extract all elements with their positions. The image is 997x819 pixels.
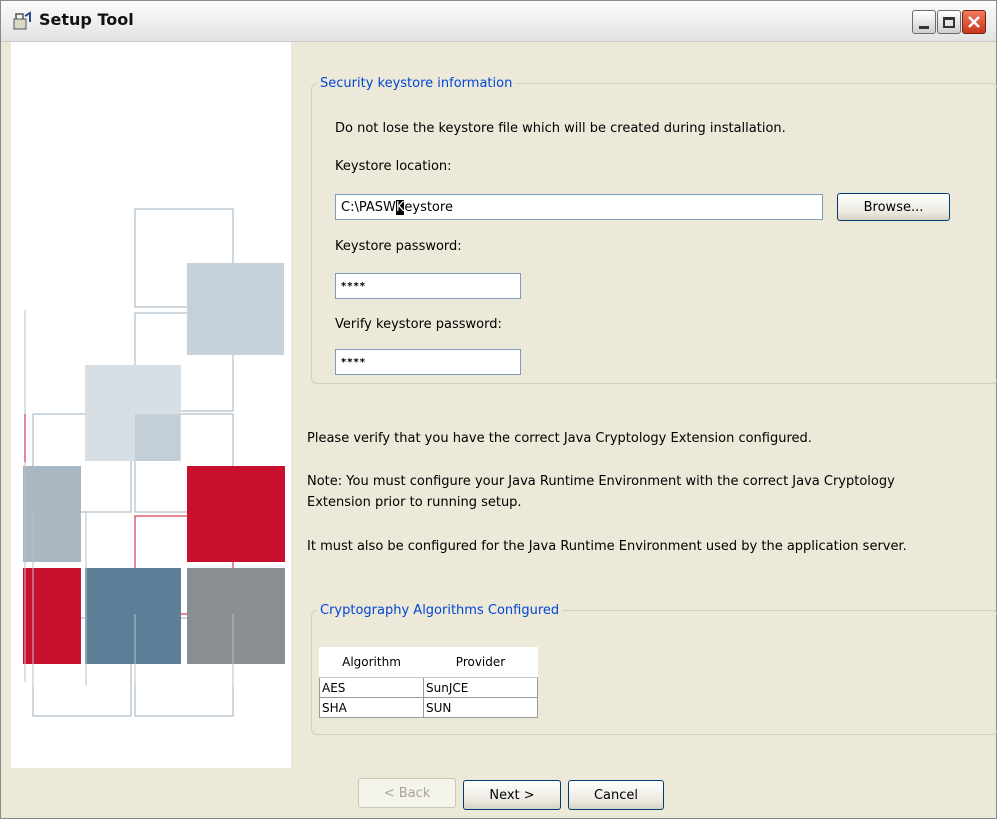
minimize-icon (919, 25, 929, 29)
jce-note-line1: Note: You must configure your Java Runti… (307, 474, 895, 489)
keystore-location-label: Keystore location: (335, 159, 452, 174)
jce-appserver-text: It must also be configured for the Java … (307, 539, 907, 554)
decorative-banner (11, 42, 291, 768)
keystore-location-selected-char: K (395, 199, 405, 215)
window-title: Setup Tool (39, 10, 134, 29)
algorithm-cell: SHA (319, 697, 424, 718)
next-button[interactable]: Next > (463, 780, 561, 810)
keystore-warning-text: Do not lose the keystore file which will… (335, 121, 786, 136)
keystore-location-input[interactable]: C:\PASW Keystore (335, 194, 823, 220)
keystore-location-text-after: eystore (404, 199, 453, 215)
verify-password-label: Verify keystore password: (335, 317, 502, 332)
provider-cell: SunJCE (423, 677, 538, 698)
jce-verify-text: Please verify that you have the correct … (307, 431, 812, 446)
keystore-location-text-before: C:\PASW (341, 199, 396, 215)
cancel-button[interactable]: Cancel (568, 780, 664, 810)
app-icon (13, 11, 31, 30)
close-icon (968, 16, 980, 28)
maximize-icon (943, 16, 955, 28)
crypto-group-legend: Cryptography Algorithms Configured (320, 603, 560, 618)
title-bar[interactable]: Setup Tool (1, 1, 996, 42)
keystore-password-label: Keystore password: (335, 239, 462, 254)
verify-password-field[interactable]: **** (335, 349, 521, 375)
browse-button[interactable]: Browse... (837, 193, 950, 221)
decorative-squares-graphic (23, 208, 285, 717)
close-button[interactable] (962, 10, 986, 34)
table-row[interactable]: AES SunJCE (319, 677, 538, 698)
keystore-group-legend: Security keystore information (320, 76, 513, 91)
column-header-algorithm[interactable]: Algorithm (319, 647, 424, 678)
table-row[interactable]: SHA SUN (319, 697, 538, 718)
maximize-button[interactable] (937, 10, 961, 34)
column-header-provider[interactable]: Provider (423, 647, 538, 678)
back-button[interactable]: < Back (358, 778, 456, 808)
keystore-password-field[interactable]: **** (335, 273, 521, 299)
algorithms-table-header: Algorithm Provider (319, 647, 538, 678)
algorithm-cell: AES (319, 677, 424, 698)
jce-note-line2: Extension prior to running setup. (307, 495, 522, 510)
setup-window: Setup Tool Security keystore information… (0, 0, 997, 819)
algorithms-table: Algorithm Provider AES SunJCE SHA SUN (319, 647, 538, 718)
provider-cell: SUN (423, 697, 538, 718)
minimize-button[interactable] (912, 10, 936, 34)
